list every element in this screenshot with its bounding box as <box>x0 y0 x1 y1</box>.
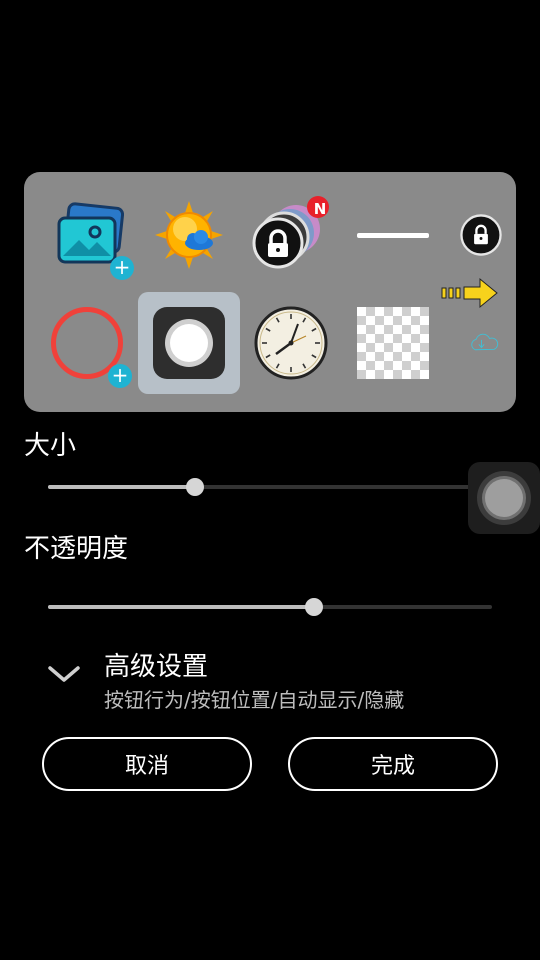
advanced-settings-row[interactable]: 高级设置 按钮行为/按钮位置/自动显示/隐藏 <box>40 644 500 714</box>
opacity-label: 不透明度 <box>24 534 129 564</box>
lock-circle-icon <box>460 214 502 256</box>
done-button[interactable]: 完成 <box>288 737 498 791</box>
icon-option-clock[interactable] <box>240 292 342 394</box>
icon-option-lock-stack[interactable]: N <box>236 184 338 286</box>
add-icon: + <box>108 364 132 388</box>
size-slider[interactable] <box>48 478 492 496</box>
icon-option-transparent[interactable] <box>342 292 444 394</box>
icon-option-dash[interactable] <box>342 184 444 286</box>
advanced-settings-title: 高级设置 <box>104 652 209 682</box>
icon-option-arrow[interactable] <box>440 276 500 310</box>
yellow-arrow-icon <box>441 277 498 309</box>
size-slider-fill <box>48 485 195 489</box>
opacity-slider[interactable] <box>48 598 492 616</box>
notification-badge: N <box>313 200 327 218</box>
icon-option-weather[interactable] <box>138 184 240 286</box>
floating-button-preview[interactable] <box>468 462 540 534</box>
dash-icon <box>357 232 429 238</box>
transparent-icon <box>357 307 429 379</box>
opacity-slider-thumb[interactable] <box>305 598 324 616</box>
size-label: 大小 <box>24 431 77 461</box>
icon-option-lock[interactable] <box>444 184 504 286</box>
cancel-button[interactable]: 取消 <box>42 737 252 791</box>
assistive-touch-icon <box>153 307 225 379</box>
cloud-download-icon <box>471 333 499 351</box>
icon-picker-panel: + N + <box>24 172 516 412</box>
size-slider-thumb[interactable] <box>185 478 204 496</box>
opacity-slider-fill <box>48 605 315 609</box>
chevron-down-icon <box>48 666 80 682</box>
add-icon: + <box>110 256 134 280</box>
icon-option-red-ring[interactable]: + <box>36 292 138 394</box>
advanced-settings-subtitle: 按钮行为/按钮位置/自动显示/隐藏 <box>104 688 405 712</box>
icon-option-assistive-touch[interactable] <box>138 292 240 394</box>
sun-weather-icon <box>155 201 223 269</box>
icon-option-gallery[interactable]: + <box>40 184 142 286</box>
clock-icon <box>254 306 328 380</box>
